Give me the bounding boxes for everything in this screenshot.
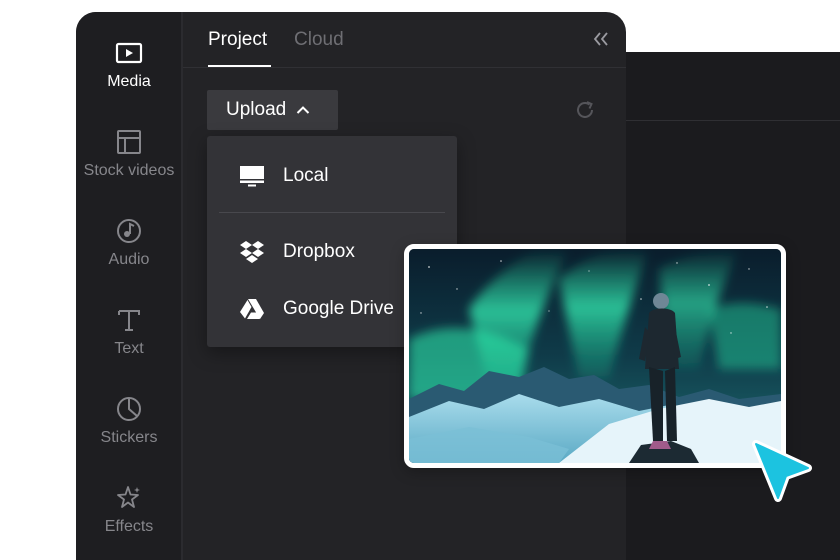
sidebar-item-label: Effects [104,518,154,535]
sidebar-item-media[interactable]: Media [76,39,182,91]
google-drive-icon [239,296,265,322]
sidebar-divider [181,12,183,560]
text-t-icon [115,306,143,334]
sidebar-item-stock-videos[interactable]: Stock videos [76,128,182,180]
sidebar-item-label: Text [114,340,144,357]
collapse-chevrons-icon[interactable] [592,30,610,48]
menu-divider [219,212,445,213]
sidebar-item-label: Media [107,73,151,90]
background-panel-divider [600,120,840,121]
tab-project[interactable]: Project [208,29,267,51]
sidebar-item-audio[interactable]: Audio [76,217,182,269]
menu-item-local[interactable]: Local [207,148,457,204]
aurora-photo-thumbnail[interactable] [404,244,786,468]
tabs-divider [183,67,626,68]
monitor-icon [239,163,265,189]
aurora-landscape-image [409,249,781,463]
dropbox-icon [239,239,265,265]
layout-icon [115,128,143,156]
menu-item-label: Google Drive [283,298,394,319]
upload-button-label: Upload [226,99,287,120]
tab-cloud[interactable]: Cloud [294,29,344,51]
refresh-icon[interactable] [574,99,596,121]
media-play-icon [115,39,143,67]
sparkle-star-icon [115,484,143,512]
sidebar-item-stickers[interactable]: Stickers [76,395,182,447]
sidebar-item-label: Stickers [100,429,158,446]
sidebar-item-text[interactable]: Text [76,306,182,358]
sidebar: Media Stock videos Audio Text Stickers E… [76,12,182,560]
sidebar-item-label: Stock videos [83,162,175,179]
sidebar-item-effects[interactable]: Effects [76,484,182,536]
chevron-up-icon [296,103,310,117]
sidebar-item-label: Audio [108,251,150,268]
sticker-icon [115,395,143,423]
menu-item-label: Local [283,165,329,186]
pointer-cursor-icon [750,440,814,504]
menu-item-label: Dropbox [283,241,355,262]
upload-button[interactable]: Upload [207,90,338,130]
music-note-icon [115,217,143,245]
